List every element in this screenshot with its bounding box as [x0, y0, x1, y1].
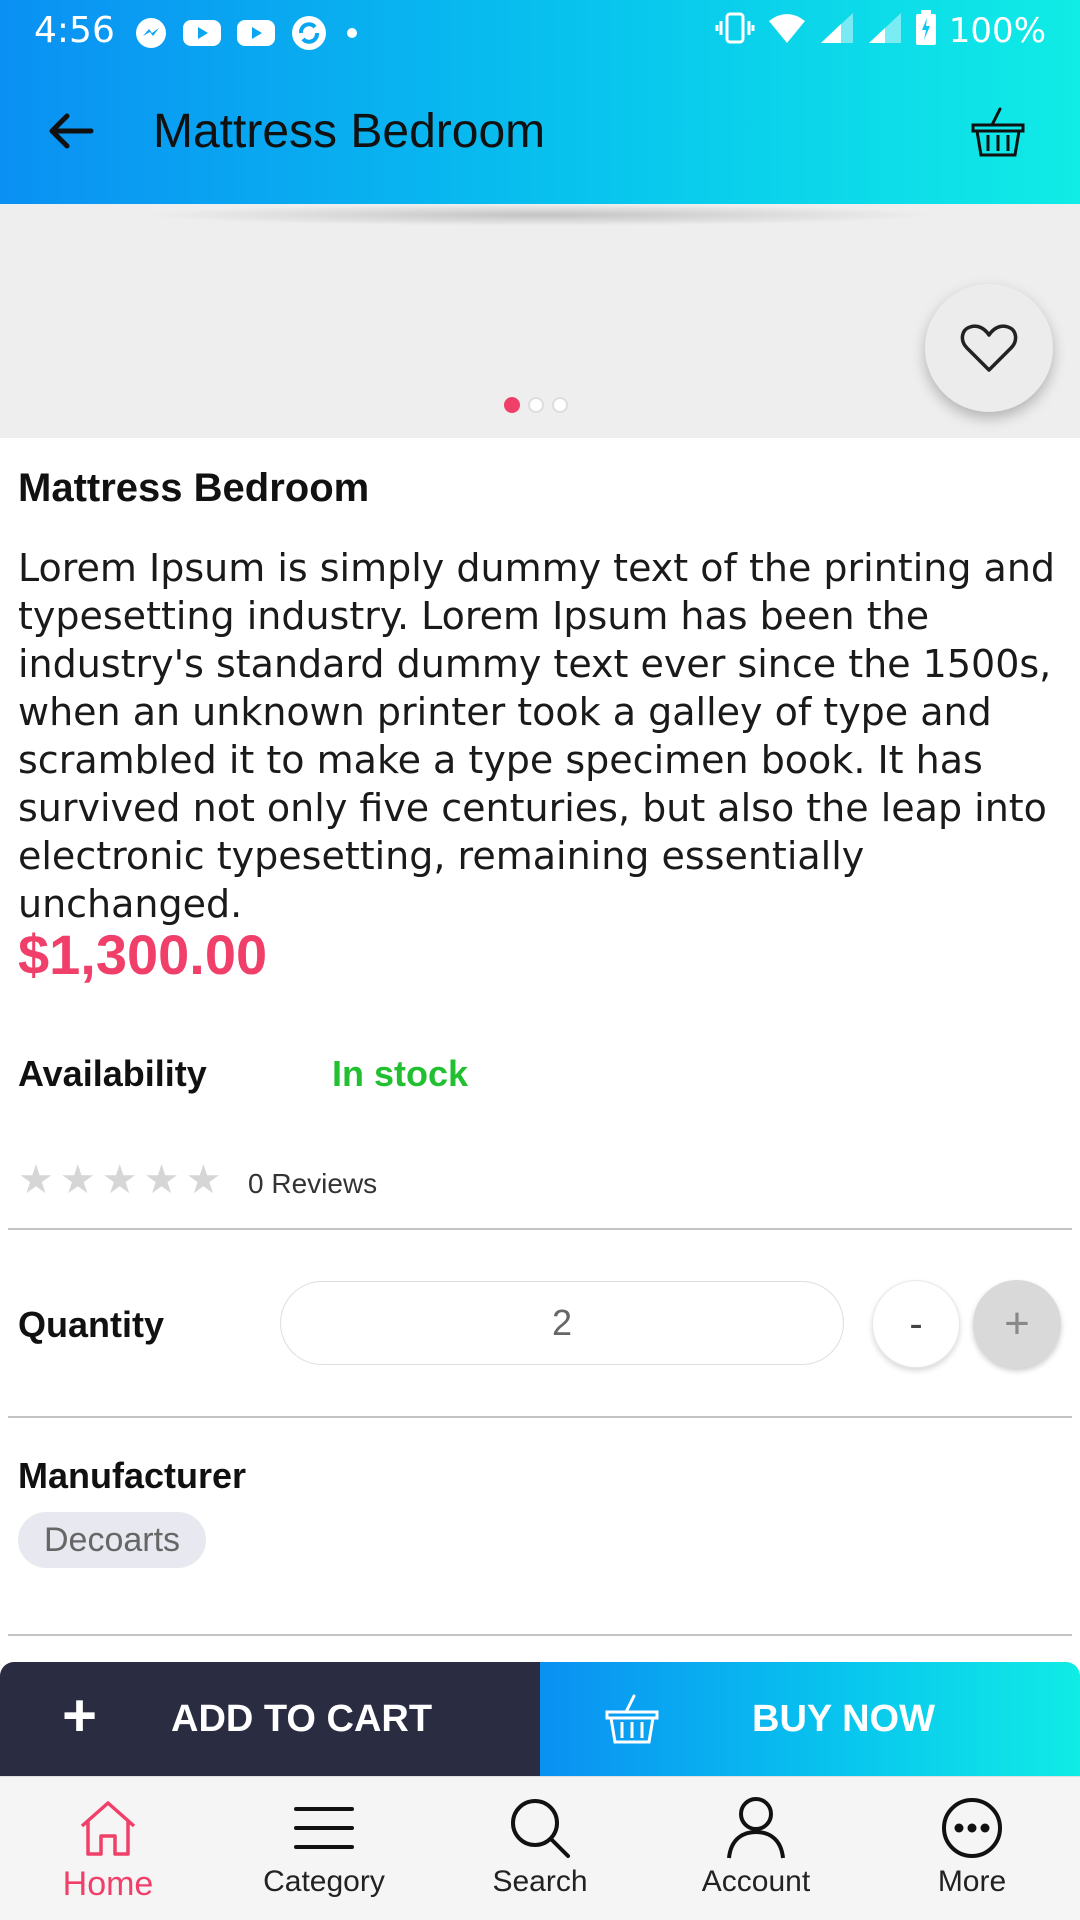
person-icon: [726, 1795, 786, 1861]
add-to-cart-button[interactable]: + ADD TO CART: [0, 1662, 540, 1776]
plus-icon: +: [62, 1682, 98, 1749]
divider: [8, 1634, 1072, 1636]
quantity-label: Quantity: [18, 1304, 165, 1345]
carousel-dot-active[interactable]: [504, 397, 520, 413]
heart-icon: [960, 324, 1018, 372]
star-icon: ★: [59, 1158, 96, 1202]
messenger-icon: [134, 16, 168, 50]
nav-more[interactable]: More: [864, 1777, 1080, 1920]
battery-percentage: 100%: [948, 10, 1046, 51]
basket-icon: [604, 1692, 660, 1751]
carousel-dots: [504, 397, 568, 413]
nav-category[interactable]: Category: [216, 1777, 432, 1920]
carousel-dot[interactable]: [552, 397, 568, 413]
buy-now-label: BUY NOW: [752, 1698, 935, 1740]
nav-search-label: Search: [492, 1865, 588, 1898]
star-icon: ★: [18, 1158, 54, 1202]
home-icon: [77, 1795, 139, 1861]
product-name: Mattress Bedroom: [18, 466, 370, 510]
buy-now-button[interactable]: BUY NOW: [540, 1662, 1080, 1776]
youtube-icon: [182, 18, 222, 48]
divider: [8, 1228, 1072, 1230]
vibrate-icon: [715, 11, 755, 50]
app-header: 4:56 100% Mattress Bedroom: [0, 0, 1080, 204]
nav-account-label: Account: [701, 1865, 811, 1898]
cart-button[interactable]: [966, 100, 1030, 164]
star-icon: ★: [143, 1158, 180, 1202]
bottom-navigation: Home Category Search Account More: [0, 1776, 1080, 1920]
reviews-count[interactable]: 0 Reviews: [248, 1168, 377, 1200]
product-description: Lorem Ipsum is simply dummy text of the …: [18, 546, 1056, 926]
signal-icon: [819, 11, 855, 50]
nav-account[interactable]: Account: [648, 1777, 864, 1920]
youtube-icon-2: [236, 18, 276, 48]
wifi-icon: [767, 11, 807, 50]
page-title: Mattress Bedroom: [153, 105, 546, 158]
quantity-field[interactable]: 2: [280, 1281, 844, 1365]
status-time: 4:56: [34, 10, 115, 51]
sync-app-icon: [290, 14, 328, 52]
basket-icon: [971, 107, 1025, 157]
availability-label: Availability: [18, 1053, 207, 1094]
product-price: $1,300.00: [18, 923, 268, 986]
search-icon: [508, 1795, 572, 1861]
battery-icon: [915, 10, 937, 51]
nav-search[interactable]: Search: [432, 1777, 648, 1920]
quantity-decrease-button[interactable]: -: [872, 1280, 960, 1368]
product-image-shadow: [140, 204, 940, 226]
favorite-button[interactable]: [925, 284, 1053, 412]
status-bar: 4:56 100%: [0, 0, 1080, 64]
back-button[interactable]: [40, 100, 102, 162]
arrow-left-icon: [49, 113, 94, 149]
star-icon: ★: [185, 1158, 222, 1202]
divider: [8, 1416, 1072, 1418]
notification-icons: [134, 14, 362, 52]
nav-home-label: Home: [62, 1865, 154, 1903]
status-right: 100%: [715, 10, 1046, 51]
more-icon: [941, 1795, 1003, 1861]
nav-home[interactable]: Home: [0, 1777, 216, 1920]
rating-stars[interactable]: ★ ★ ★ ★ ★: [18, 1160, 221, 1200]
action-bar: + ADD TO CART BUY NOW: [0, 1662, 1080, 1776]
signal-icon-2: [867, 11, 903, 50]
carousel-dot[interactable]: [528, 397, 544, 413]
quantity-increase-button[interactable]: +: [973, 1280, 1061, 1368]
availability-status: In stock: [332, 1053, 469, 1094]
manufacturer-label: Manufacturer: [18, 1455, 247, 1496]
manufacturer-chip[interactable]: Decoarts: [18, 1512, 207, 1568]
star-icon: ★: [101, 1158, 138, 1202]
nav-category-label: Category: [263, 1865, 385, 1898]
more-notifications-dot: [342, 23, 362, 43]
nav-more-label: More: [937, 1865, 1007, 1898]
menu-icon: [293, 1795, 355, 1861]
add-to-cart-label: ADD TO CART: [171, 1698, 433, 1740]
